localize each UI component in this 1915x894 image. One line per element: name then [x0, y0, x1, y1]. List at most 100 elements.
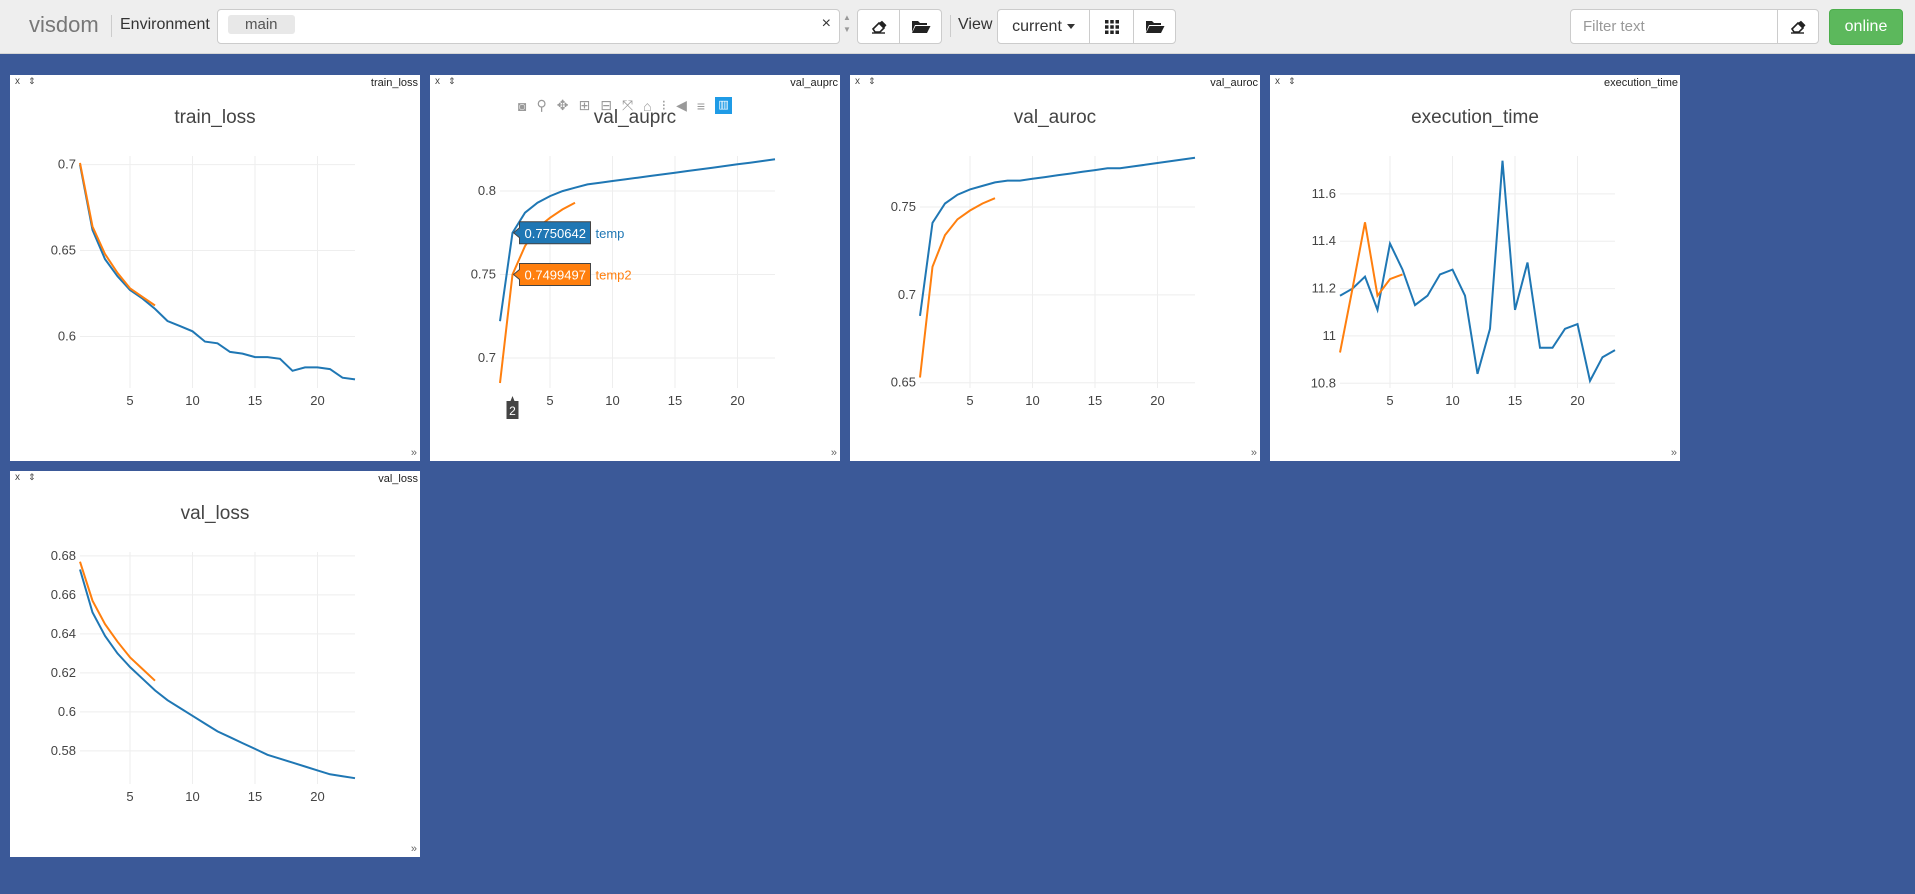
pane-execution-time[interactable]: x ⇕ execution_time» execution_time 5 10 15 20 10…	[1270, 75, 1680, 461]
camera-icon[interactable]: ◙	[518, 98, 526, 114]
zoom-out-icon[interactable]: ⊟	[600, 97, 612, 114]
x-tick-label: 15	[248, 393, 262, 408]
x-tick-label: 10	[1025, 393, 1039, 408]
y-tick-label: 11.2	[1312, 281, 1336, 296]
chart-title: val_loss	[181, 503, 250, 524]
eraser-icon	[871, 20, 886, 34]
scroll-arrows-icon[interactable]: ▲ ▼	[843, 12, 851, 36]
hover-closest-icon[interactable]: ◀	[676, 97, 687, 114]
x-tick-label: 10	[185, 789, 199, 804]
x-tick-label: 15	[248, 789, 262, 804]
hover-x-label: 2	[506, 396, 519, 419]
folder-open-icon	[1145, 21, 1164, 33]
zoom-icon[interactable]: ⚲	[536, 97, 546, 114]
x-tick-label: 15	[1508, 393, 1522, 408]
chart-title: val_auroc	[1014, 107, 1096, 128]
plotly-logo-icon[interactable]: ▥	[715, 97, 733, 114]
navbar: visdom Environment main × ▲ ▼ View curren…	[0, 0, 1915, 54]
y-tick-label: 0.62	[51, 665, 76, 680]
chart-title: execution_time	[1411, 107, 1539, 128]
y-tick-label: 0.7	[478, 350, 496, 365]
y-tick-label: 0.68	[51, 548, 76, 563]
y-tick-label: 0.6	[58, 704, 76, 719]
x-tick-label: 10	[605, 393, 619, 408]
y-tick-label: 11	[1323, 328, 1337, 343]
pane-val-auroc[interactable]: x ⇕ val_auroc» val_auroc 5 10 15 20 0.65 0.7 0.75	[850, 75, 1260, 461]
line-chart[interactable]: val_loss 5 10 15 20 0.58 0.6 0.62 0.64 0.66 0.68	[10, 471, 420, 857]
view-select[interactable]: current	[997, 9, 1090, 44]
hover-value: 0.7750642	[525, 226, 586, 241]
series-line-blue[interactable]	[79, 569, 356, 780]
line-chart[interactable]: train_loss 5 10 15 20 0.6 0.65 0.7	[10, 75, 420, 461]
y-tick-label: 0.7	[58, 157, 76, 172]
hover-label: 0.7750642 temp	[512, 221, 625, 245]
x-tick-label: 15	[668, 393, 682, 408]
x-tick-label: 10	[1445, 393, 1459, 408]
y-tick-label: 0.65	[891, 375, 916, 390]
clear-filter-button[interactable]	[1777, 9, 1819, 44]
home-icon[interactable]: ⌂	[643, 98, 651, 114]
brand-logo[interactable]: visdom	[29, 12, 99, 38]
y-tick-label: 0.75	[891, 199, 916, 214]
view-value: current	[1012, 17, 1062, 35]
pane-val-loss[interactable]: x ⇕ val_loss» val_loss 5 10 15 20 0.58 0.6 0.62 0.6…	[10, 471, 420, 857]
x-tick-label: 20	[1150, 393, 1164, 408]
hover-compare-icon[interactable]: ≡	[697, 98, 705, 114]
pane-val-auprc[interactable]: x ⇕ val_auprc» val_auprc 5 10 15 20 0.7 0.75 0.8 0.…	[430, 75, 840, 461]
pan-icon[interactable]: ✥	[557, 97, 569, 114]
eraser-icon	[1790, 20, 1806, 34]
hover-value: 0.7499497	[525, 268, 586, 283]
x-tick-label: 5	[126, 789, 133, 804]
y-tick-label: 10.8	[1311, 375, 1336, 390]
y-tick-label: 11.4	[1312, 233, 1336, 248]
hover-label: 0.7499497 temp2	[512, 263, 632, 287]
environment-tag[interactable]: main	[228, 15, 295, 34]
line-chart[interactable]: val_auroc 5 10 15 20 0.65 0.7 0.75	[850, 75, 1260, 461]
filter-input[interactable]	[1570, 9, 1778, 44]
online-status-button[interactable]: online	[1829, 9, 1903, 45]
y-tick-label: 0.7	[898, 287, 916, 302]
line-chart[interactable]: val_auprc5 10 15 200.70.750.80.7750642 temp0…	[430, 75, 840, 461]
series-line-orange[interactable]	[79, 162, 156, 307]
series-line-orange[interactable]	[79, 561, 156, 682]
x-tick-label: 15	[1088, 393, 1102, 408]
pane-train-loss[interactable]: x ⇕ train_loss» train_loss 5 10 15 20 0.6 0.65 0.7	[10, 75, 420, 461]
autoscale-icon[interactable]: ⤧	[622, 97, 633, 114]
hover-x-value: 2	[509, 404, 516, 418]
x-tick-label: 20	[310, 393, 324, 408]
manage-env-button[interactable]	[899, 9, 942, 44]
y-tick-label: 0.8	[478, 183, 496, 198]
y-tick-label: 0.66	[51, 587, 76, 602]
hover-series-name: temp2	[596, 268, 632, 283]
x-tick-label: 20	[730, 393, 744, 408]
divider	[950, 15, 951, 37]
line-chart[interactable]: execution_time 5 10 15 20 10.8 11 11.2 11.4 11.6	[1270, 75, 1680, 461]
x-tick-label: 5	[966, 393, 973, 408]
y-tick-label: 0.58	[51, 743, 76, 758]
y-tick-label: 0.65	[51, 243, 76, 258]
x-tick-label: 5	[546, 393, 553, 408]
zoom-in-icon[interactable]: ⊞	[578, 97, 590, 114]
series-line-orange[interactable]	[1339, 222, 1403, 353]
plot-modebar: ◙ ⚲ ✥ ⊞ ⊟ ⤧ ⌂ ⁝ ◀ ≡ ▥	[518, 97, 733, 114]
hover-series-name: temp	[596, 226, 625, 241]
caret-down-icon	[1066, 24, 1075, 29]
divider	[111, 15, 112, 37]
series-line-blue[interactable]	[919, 156, 1196, 317]
clear-env-button[interactable]	[857, 9, 900, 44]
environment-selector[interactable]: main ×	[217, 9, 840, 44]
y-tick-label: 0.75	[471, 267, 496, 282]
x-tick-label: 10	[185, 393, 199, 408]
view-label: View	[958, 16, 993, 33]
x-tick-label: 20	[310, 789, 324, 804]
y-tick-label: 0.64	[51, 626, 76, 641]
series-line-blue[interactable]	[79, 164, 356, 381]
clear-environment-icon[interactable]: ×	[822, 15, 831, 33]
repack-button[interactable]	[1089, 9, 1134, 44]
y-tick-label: 11.6	[1312, 186, 1336, 201]
spike-lines-icon[interactable]: ⁝	[662, 97, 666, 114]
manage-views-button[interactable]	[1133, 9, 1176, 44]
chart-title: train_loss	[174, 107, 255, 128]
folder-open-icon	[911, 21, 930, 33]
y-tick-label: 0.6	[58, 328, 76, 343]
